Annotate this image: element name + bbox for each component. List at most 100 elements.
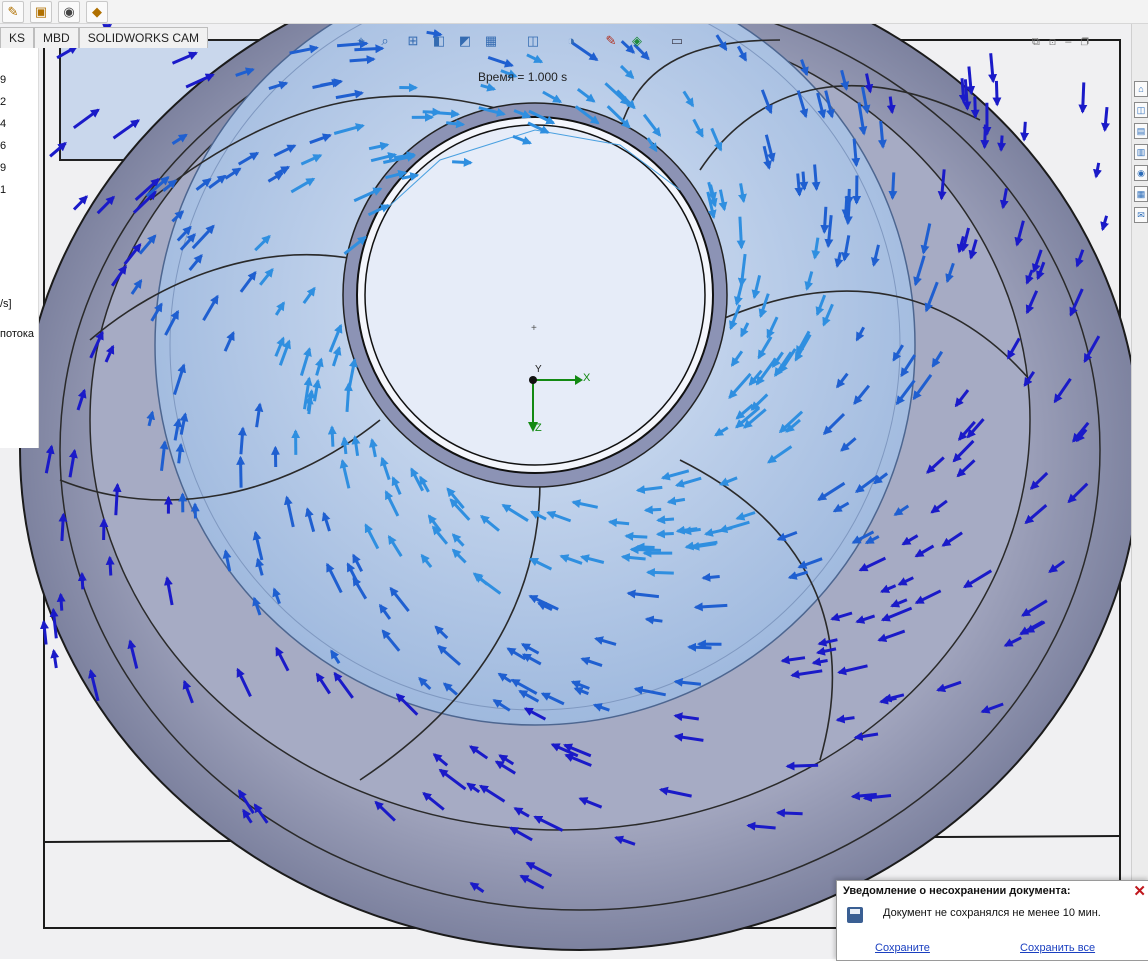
- viewport-window-controls: ⧉ ⊡ – ❐: [1032, 36, 1089, 49]
- triad-x-label: X: [583, 372, 590, 384]
- flow-vector: [62, 514, 64, 541]
- view-orientation-icon[interactable]: ⌖: [352, 33, 370, 49]
- monitor-icon[interactable]: ▭: [668, 33, 686, 49]
- pin-icon[interactable]: ⊡: [1049, 36, 1056, 48]
- flow-vector: [740, 217, 742, 248]
- display-style-icon[interactable]: ◫: [524, 33, 542, 49]
- flow-vector: [452, 162, 471, 163]
- flow-vector: [1103, 216, 1107, 230]
- flow-vector: [849, 189, 850, 204]
- flow-vector: [815, 165, 817, 190]
- restore-icon[interactable]: ❐: [1081, 36, 1089, 48]
- home-icon[interactable]: ⌂: [1134, 81, 1148, 97]
- tile-icon[interactable]: ⧉: [1032, 36, 1040, 48]
- flow-vector: [82, 574, 83, 590]
- save-link[interactable]: Сохраните: [875, 942, 930, 954]
- minimize-icon[interactable]: –: [1065, 36, 1071, 48]
- legend-unit: /s]: [0, 298, 12, 310]
- flow-vector: [1105, 107, 1107, 130]
- save-all-link[interactable]: Сохранить все: [1020, 942, 1095, 954]
- flow-vector: [991, 53, 994, 81]
- part-icon[interactable]: ▣: [30, 1, 52, 23]
- camera-icon[interactable]: ◉: [58, 1, 80, 23]
- design-library-icon[interactable]: ▤: [1134, 123, 1148, 139]
- flow-vector: [1024, 122, 1025, 140]
- section-view-icon[interactable]: ◩: [456, 33, 474, 49]
- top-toolbar: ✎ ▣ ◉ ◆: [0, 0, 1148, 24]
- flow-vector: [658, 534, 674, 535]
- flow-vector: [658, 519, 674, 520]
- flow-vector: [846, 196, 847, 217]
- flow-vector: [116, 485, 118, 516]
- flow-vector: [778, 813, 803, 814]
- flow-vector: [648, 572, 674, 573]
- appearances-icon[interactable]: ▦: [1134, 186, 1148, 202]
- flow-vector: [996, 81, 997, 105]
- feature-manager-panel: 9 2 4 6 9 1 /s] потока: [0, 48, 39, 448]
- flow-vector: [626, 536, 647, 537]
- view-palette-icon[interactable]: ◉: [1134, 165, 1148, 181]
- flow-vector: [195, 504, 196, 518]
- flow-vector: [332, 427, 333, 447]
- flow-vector: [975, 97, 976, 117]
- triad-y-label: Y: [535, 364, 542, 375]
- zoom-area-icon[interactable]: ⊞: [404, 33, 422, 49]
- flow-vector: [890, 97, 892, 113]
- notification-title: Уведомление о несохранении документа:: [843, 885, 1071, 897]
- scene-icon[interactable]: ◈: [628, 33, 646, 49]
- command-manager-tabs: KS MBD SOLIDWORKS CAM: [0, 27, 208, 47]
- appearance-icon[interactable]: ✎: [602, 33, 620, 49]
- time-label: Время = 1.000 s: [478, 70, 567, 84]
- flow-vector: [893, 172, 894, 198]
- flow-vector: [647, 619, 663, 621]
- flow-vector: [962, 78, 964, 102]
- custom-properties-icon[interactable]: ✉: [1134, 207, 1148, 223]
- file-explorer-icon[interactable]: ▥: [1134, 144, 1148, 160]
- flow-vector: [1083, 82, 1084, 112]
- tab-solidworks-cam[interactable]: SOLIDWORKS CAM: [79, 27, 208, 48]
- flow-vector: [446, 123, 463, 125]
- flow-vector: [347, 384, 349, 412]
- assembly-icon[interactable]: ◆: [86, 1, 108, 23]
- flow-vector: [965, 79, 967, 109]
- flow-vector: [1001, 136, 1002, 151]
- impeller-flow-scene: +: [0, 24, 1132, 959]
- task-pane-strip: ⌂ ◫ ▤ ▥ ◉ ▦ ✉: [1131, 24, 1148, 959]
- flow-vector: [646, 509, 662, 510]
- legend-value: 2: [0, 96, 6, 108]
- zoom-to-fit-icon[interactable]: ⌕: [376, 33, 394, 49]
- flow-vector: [610, 522, 629, 524]
- legend-value: 9: [0, 162, 6, 174]
- flow-vector: [985, 125, 986, 148]
- unsaved-notification: Уведомление о несохранении документа: ✕ …: [836, 880, 1148, 961]
- resources-icon[interactable]: ◫: [1134, 102, 1148, 118]
- flow-vector: [241, 428, 243, 454]
- graphics-viewport[interactable]: + X Y Z: [0, 24, 1132, 959]
- notification-message: Документ не сохранялся не менее 10 мин.: [883, 907, 1101, 919]
- flow-vector: [696, 605, 728, 607]
- flow-vector: [432, 112, 459, 114]
- flow-vector: [689, 647, 712, 648]
- view-settings-icon[interactable]: ▦: [482, 33, 500, 49]
- flow-vector: [798, 174, 800, 195]
- flow-vector: [803, 172, 804, 190]
- legend-value: 9: [0, 74, 6, 86]
- flow-vector: [637, 547, 654, 548]
- tab-mbd[interactable]: MBD: [34, 27, 79, 48]
- flow-vector: [110, 558, 111, 576]
- hide-show-icon[interactable]: ◑: [562, 33, 580, 49]
- legend-value: 6: [0, 140, 6, 152]
- flow-vector: [344, 438, 346, 454]
- flow-vector: [61, 595, 62, 611]
- legend-value: 1: [0, 184, 6, 196]
- flow-vector: [74, 197, 87, 210]
- sketch-icon[interactable]: ✎: [2, 1, 24, 23]
- previous-view-icon[interactable]: ◧: [430, 33, 448, 49]
- save-icon: [847, 907, 863, 923]
- flow-vector: [824, 207, 826, 232]
- flow-vector: [54, 651, 57, 668]
- tab-ks[interactable]: KS: [0, 27, 34, 48]
- flow-vector: [241, 458, 242, 488]
- close-icon[interactable]: ✕: [1133, 882, 1146, 900]
- flow-vector: [1096, 163, 1099, 177]
